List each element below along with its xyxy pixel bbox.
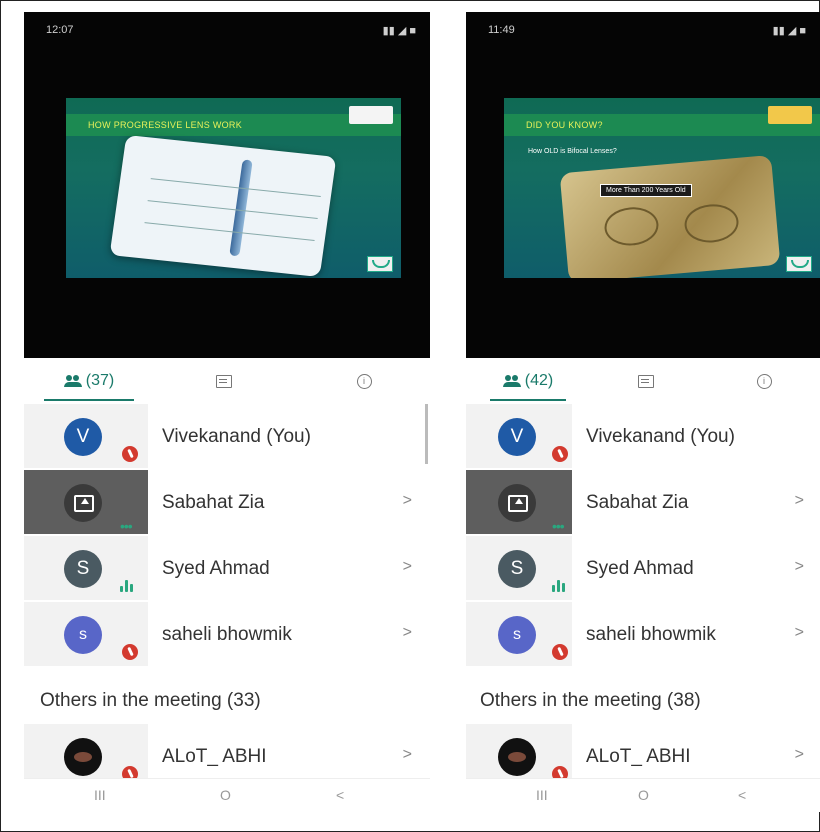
people-icon	[63, 375, 82, 387]
tab-participants[interactable]: (37)	[44, 358, 134, 404]
diagram-line	[144, 222, 315, 241]
slide-diagram-card	[109, 134, 337, 278]
diagram-line	[150, 178, 321, 197]
participant-row[interactable]: V Vivekanand (You)	[466, 404, 820, 468]
tab-chat[interactable]	[194, 358, 254, 404]
meeting-tabs: (42) i	[466, 358, 820, 404]
participants-count: (42)	[524, 372, 554, 389]
participant-row[interactable]: s saheli bhowmik >	[24, 602, 430, 666]
shared-slide: DID YOU KNOW? How OLD is Bifocal Lenses?…	[504, 98, 820, 278]
others-heading: Others in the meeting (33)	[40, 690, 261, 711]
present-screen-icon	[498, 484, 536, 522]
chat-icon	[216, 374, 232, 388]
participant-row[interactable]: ••• Sabahat Zia >	[466, 470, 820, 534]
slide-title: HOW PROGRESSIVE LENS WORK	[88, 120, 243, 130]
present-screen-icon	[64, 484, 102, 522]
participant-name: Vivekanand (You)	[586, 426, 735, 447]
camera-logo-icon	[786, 256, 812, 272]
chevron-right-icon[interactable]: >	[403, 558, 412, 576]
avatar: V	[498, 418, 536, 456]
mic-off-icon	[552, 644, 568, 660]
recents-button[interactable]: III	[536, 787, 548, 803]
slide-logo	[768, 106, 812, 124]
meeting-tabs: (37) i	[24, 358, 430, 404]
participant-name: saheli bhowmik	[586, 624, 716, 645]
chevron-right-icon[interactable]: >	[403, 746, 412, 764]
active-tab-indicator	[490, 399, 566, 401]
slide-logo	[349, 106, 393, 124]
chevron-right-icon[interactable]: >	[795, 492, 804, 510]
chevron-right-icon[interactable]: >	[403, 624, 412, 642]
more-dots-icon: •••	[120, 518, 133, 534]
slide-subtitle: How OLD is Bifocal Lenses?	[528, 148, 617, 155]
others-heading: Others in the meeting (38)	[480, 690, 701, 711]
participant-name: Syed Ahmad	[586, 558, 694, 579]
participant-row[interactable]: ••• Sabahat Zia >	[24, 470, 430, 534]
participant-name: Sabahat Zia	[586, 492, 689, 513]
chevron-right-icon[interactable]: >	[403, 492, 412, 510]
participant-name: Vivekanand (You)	[162, 426, 311, 447]
avatar: s	[498, 616, 536, 654]
video-area: 12:07 ▮▮ ◢ ■ HOW PROGRESSIVE LENS WORK	[24, 12, 430, 358]
video-area: 11:49 ▮▮ ◢ ■ DID YOU KNOW? How OLD is Bi…	[466, 12, 820, 358]
recents-button[interactable]: III	[94, 787, 106, 803]
slide-title: DID YOU KNOW?	[526, 120, 603, 130]
info-icon: i	[756, 373, 772, 389]
participant-name: saheli bhowmik	[162, 624, 292, 645]
status-bar: 11:49 ▮▮ ◢ ■	[488, 24, 806, 40]
avatar: S	[64, 550, 102, 588]
status-time: 11:49	[488, 24, 515, 36]
back-button[interactable]: <	[738, 787, 746, 803]
participant-row[interactable]: s saheli bhowmik >	[466, 602, 820, 666]
participant-name: ALoT_ ABHI	[586, 746, 691, 767]
mic-off-icon	[122, 644, 138, 660]
status-icons: ▮▮ ◢ ■	[772, 25, 806, 37]
mic-off-icon	[122, 446, 138, 462]
mic-off-icon	[552, 446, 568, 462]
diagram-line	[147, 200, 318, 219]
lens-shape	[229, 159, 253, 257]
slide-callout: More Than 200 Years Old	[600, 184, 692, 197]
home-button[interactable]: O	[638, 787, 649, 803]
people-icon	[502, 375, 521, 387]
status-icons: ▮▮ ◢ ■	[382, 25, 416, 37]
avatar: s	[64, 616, 102, 654]
participant-row[interactable]: V Vivekanand (You)	[24, 404, 430, 468]
participant-name: Sabahat Zia	[162, 492, 265, 513]
active-tab-indicator	[44, 399, 134, 401]
more-dots-icon: •••	[552, 518, 565, 534]
avatar: S	[498, 550, 536, 588]
speaking-icon	[552, 580, 568, 592]
speaking-icon	[120, 580, 136, 592]
shared-slide: HOW PROGRESSIVE LENS WORK	[66, 98, 401, 278]
android-nav-bar: III O <	[24, 778, 430, 812]
status-time: 12:07	[46, 24, 74, 36]
status-bar: 12:07 ▮▮ ◢ ■	[46, 24, 416, 40]
bifocal-photo	[559, 154, 781, 278]
chevron-right-icon[interactable]: >	[795, 558, 804, 576]
avatar	[498, 738, 536, 776]
tab-info[interactable]: i	[334, 358, 394, 404]
chevron-right-icon[interactable]: >	[795, 624, 804, 642]
participants-count: (37)	[85, 372, 115, 389]
tab-info[interactable]: i	[734, 358, 794, 404]
camera-logo-icon	[367, 256, 393, 272]
phone-screen-right: 11:49 ▮▮ ◢ ■ DID YOU KNOW? How OLD is Bi…	[466, 12, 820, 812]
participant-row[interactable]: S Syed Ahmad >	[466, 536, 820, 600]
android-nav-bar: III O <	[466, 778, 820, 812]
avatar	[64, 738, 102, 776]
chevron-right-icon[interactable]: >	[795, 746, 804, 764]
back-button[interactable]: <	[336, 787, 344, 803]
chat-icon	[638, 374, 654, 388]
home-button[interactable]: O	[220, 787, 231, 803]
phone-screen-left: 12:07 ▮▮ ◢ ■ HOW PROGRESSIVE LENS WORK (…	[24, 12, 430, 812]
participant-row[interactable]: S Syed Ahmad >	[24, 536, 430, 600]
scrollbar[interactable]	[425, 404, 428, 464]
participant-name: ALoT_ ABHI	[162, 746, 267, 767]
participant-name: Syed Ahmad	[162, 558, 270, 579]
tab-chat[interactable]	[616, 358, 676, 404]
avatar: V	[64, 418, 102, 456]
info-icon: i	[356, 373, 372, 389]
tab-participants[interactable]: (42)	[490, 358, 566, 404]
